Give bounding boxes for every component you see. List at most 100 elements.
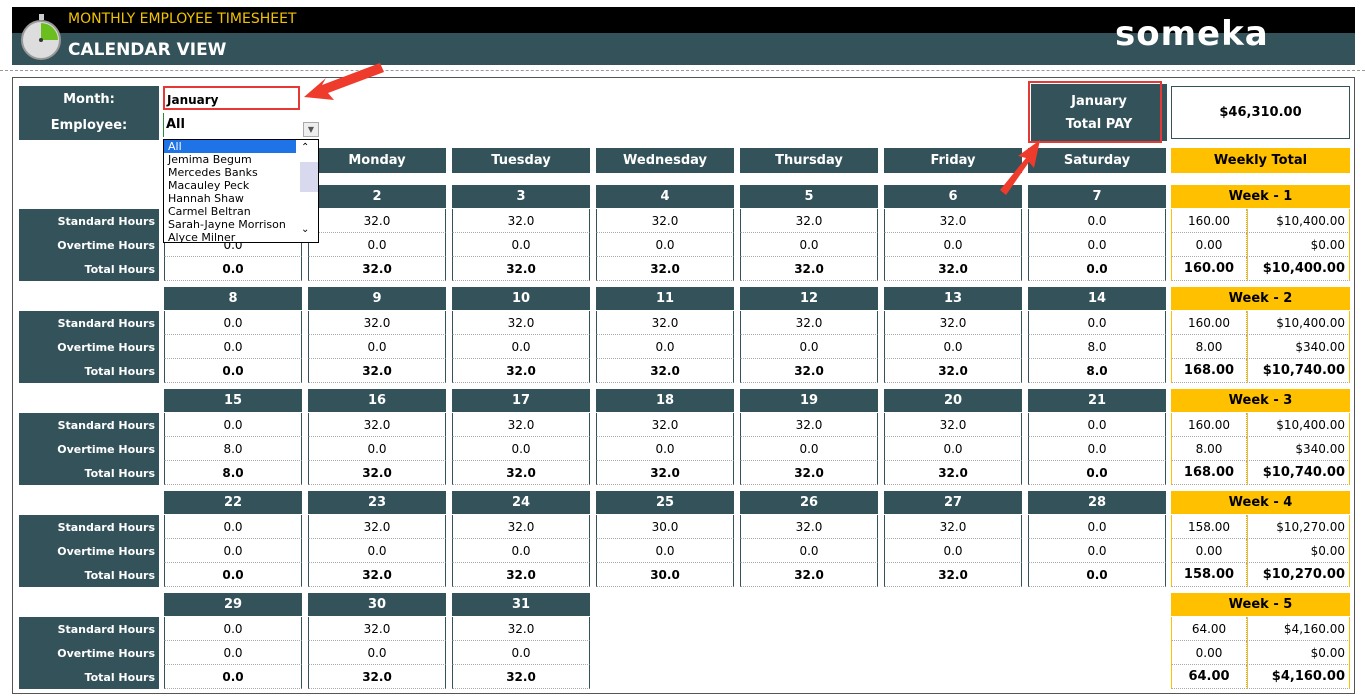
standard-hours: 32.0 (308, 311, 446, 335)
standard-hours: 32.0 (308, 617, 446, 641)
weekly-pay: $10,400.00 (1247, 311, 1350, 335)
dropdown-arrow-icon[interactable]: ▼ (303, 122, 319, 137)
row-label: Overtime Hours (19, 641, 159, 665)
standard-hours: 32.0 (884, 311, 1022, 335)
day-date: 28 (1028, 491, 1166, 514)
total-hours: 32.0 (740, 359, 878, 383)
standard-hours: 0.0 (1028, 311, 1166, 335)
total-hours: 32.0 (308, 257, 446, 281)
day-date: 13 (884, 287, 1022, 310)
overtime-hours: 0.0 (596, 233, 734, 257)
total-hours: 8.0 (1028, 359, 1166, 383)
standard-hours: 0.0 (1028, 515, 1166, 539)
row-label: Total Hours (19, 359, 159, 383)
day-date: 19 (740, 389, 878, 412)
total-hours: 32.0 (740, 563, 878, 587)
row-label: Standard Hours (19, 413, 159, 437)
standard-hours: 32.0 (452, 515, 590, 539)
day-date: 11 (596, 287, 734, 310)
employee-option[interactable]: Carmel Beltran (164, 205, 296, 218)
day-date: 27 (884, 491, 1022, 514)
weekly-hours: 8.00 (1171, 335, 1247, 359)
row-label: Overtime Hours (19, 335, 159, 359)
standard-hours: 32.0 (740, 209, 878, 233)
row-label: Total Hours (19, 461, 159, 485)
total-hours: 32.0 (452, 359, 590, 383)
weekly-hours: 8.00 (1171, 437, 1247, 461)
overtime-hours: 0.0 (308, 335, 446, 359)
scroll-thumb[interactable] (300, 162, 318, 192)
weekly-hours: 0.00 (1171, 539, 1247, 563)
weekly-hours: 64.00 (1171, 665, 1247, 689)
overtime-hours: 0.0 (452, 335, 590, 359)
standard-hours: 32.0 (740, 515, 878, 539)
day-date: 3 (452, 185, 590, 208)
total-hours: 32.0 (452, 461, 590, 485)
standard-hours: 32.0 (308, 515, 446, 539)
total-hours: 30.0 (596, 563, 734, 587)
scroll-up-icon[interactable]: ⌃ (301, 142, 309, 153)
day-date: 7 (1028, 185, 1166, 208)
total-hours: 32.0 (308, 359, 446, 383)
weekly-hours: 158.00 (1171, 563, 1247, 587)
overtime-hours: 0.0 (452, 641, 590, 665)
employee-option[interactable]: Alyce Milner (164, 231, 296, 242)
overtime-hours: 0.0 (596, 335, 734, 359)
standard-hours: 32.0 (308, 413, 446, 437)
overtime-hours: 0.0 (452, 437, 590, 461)
employee-option[interactable]: Sarah-Jayne Morrison (164, 218, 296, 231)
total-pay-value: $46,310.00 (1171, 86, 1350, 139)
standard-hours: 32.0 (740, 413, 878, 437)
weekly-hours: 160.00 (1171, 311, 1247, 335)
row-label: Total Hours (19, 257, 159, 281)
overtime-hours: 0.0 (1028, 539, 1166, 563)
day-date: 25 (596, 491, 734, 514)
weekly-pay: $4,160.00 (1247, 617, 1350, 641)
total-hours: 32.0 (740, 461, 878, 485)
weekly-pay: $0.00 (1247, 539, 1350, 563)
overtime-hours: 0.0 (740, 539, 878, 563)
day-name-saturday: Saturday (1028, 148, 1166, 173)
weekly-total-header: Weekly Total (1171, 148, 1350, 173)
day-date: 31 (452, 593, 590, 616)
row-label: Standard Hours (19, 617, 159, 641)
employee-option[interactable]: Mercedes Banks (164, 166, 296, 179)
row-label: Total Hours (19, 665, 159, 689)
day-date: 30 (308, 593, 446, 616)
weekly-hours: 160.00 (1171, 413, 1247, 437)
day-date: 21 (1028, 389, 1166, 412)
day-date: 4 (596, 185, 734, 208)
overtime-hours: 0.0 (740, 437, 878, 461)
day-date: 14 (1028, 287, 1166, 310)
overtime-hours: 0.0 (164, 641, 302, 665)
employee-option[interactable]: Macauley Peck (164, 179, 296, 192)
employee-option[interactable]: All (164, 140, 296, 153)
employee-option[interactable]: Jemima Begum (164, 153, 296, 166)
total-hours: 32.0 (884, 257, 1022, 281)
overtime-hours: 0.0 (452, 539, 590, 563)
scrollbar[interactable]: ⌃ ⌄ (298, 140, 318, 242)
row-label: Standard Hours (19, 311, 159, 335)
month-input[interactable]: January (163, 86, 300, 110)
scroll-down-icon[interactable]: ⌄ (301, 224, 309, 235)
standard-hours: 32.0 (596, 209, 734, 233)
weekly-pay: $10,400.00 (1247, 209, 1350, 233)
day-date: 20 (884, 389, 1022, 412)
day-name-monday: Monday (308, 148, 446, 173)
overtime-hours: 0.0 (884, 233, 1022, 257)
employee-option[interactable]: Hannah Shaw (164, 192, 296, 205)
day-date: 23 (308, 491, 446, 514)
day-date: 16 (308, 389, 446, 412)
weekly-pay: $10,270.00 (1247, 563, 1350, 587)
total-hours: 32.0 (596, 359, 734, 383)
day-name-friday: Friday (884, 148, 1022, 173)
total-hours: 32.0 (308, 563, 446, 587)
overtime-hours: 0.0 (740, 233, 878, 257)
total-hours: 32.0 (596, 461, 734, 485)
weekly-hours: 0.00 (1171, 233, 1247, 257)
standard-hours: 32.0 (452, 311, 590, 335)
employee-select[interactable]: All (163, 113, 300, 137)
employee-dropdown-list[interactable]: All Jemima Begum Mercedes Banks Macauley Pe… (163, 139, 319, 243)
week-label: Week - 4 (1171, 491, 1350, 514)
weekly-pay: $10,740.00 (1247, 461, 1350, 485)
